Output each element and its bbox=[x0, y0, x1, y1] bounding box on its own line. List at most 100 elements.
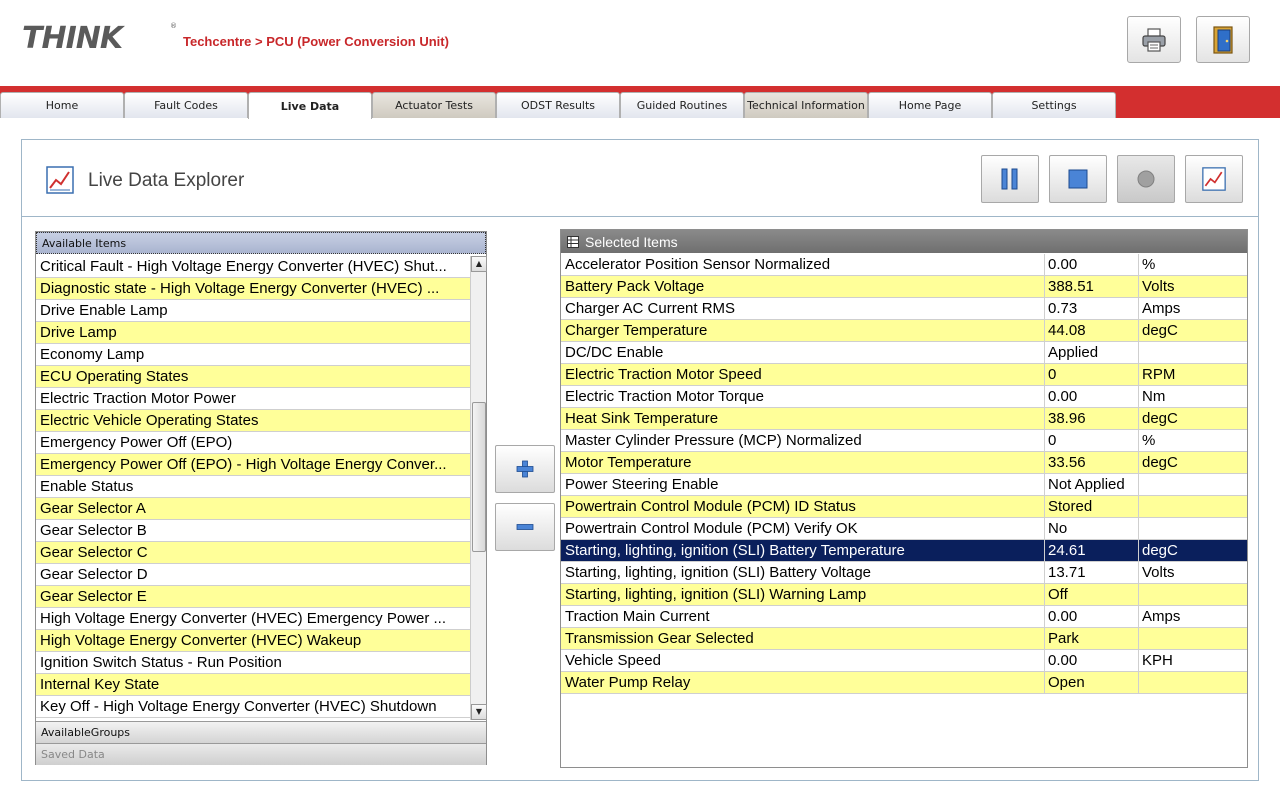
selected-item-value: 0.00 bbox=[1045, 386, 1139, 407]
selected-item-name: Electric Traction Motor Torque bbox=[561, 386, 1045, 407]
selected-item-row[interactable]: Traction Main Current 0.00 Amps bbox=[561, 606, 1247, 628]
scroll-up-button[interactable]: ▲ bbox=[471, 256, 487, 272]
selected-item-value: Not Applied bbox=[1045, 474, 1139, 495]
selected-item-name: Starting, lighting, ignition (SLI) Warni… bbox=[561, 584, 1045, 605]
selected-item-name: Vehicle Speed bbox=[561, 650, 1045, 671]
selected-item-row[interactable]: Motor Temperature 33.56 degC bbox=[561, 452, 1247, 474]
available-item[interactable]: Gear Selector A bbox=[36, 498, 470, 520]
grid-icon bbox=[567, 235, 579, 248]
available-item[interactable]: Key Off - High Voltage Energy Converter … bbox=[36, 696, 470, 718]
available-item[interactable]: Gear Selector E bbox=[36, 586, 470, 608]
available-item[interactable]: Emergency Power Off (EPO) - High Voltage… bbox=[36, 454, 470, 476]
selected-item-row[interactable]: Starting, lighting, ignition (SLI) Warni… bbox=[561, 584, 1247, 606]
available-items-panel: Available Items Critical Fault - High Vo… bbox=[35, 231, 487, 765]
selected-item-name: DC/DC Enable bbox=[561, 342, 1045, 363]
selected-item-value: 0 bbox=[1045, 364, 1139, 385]
tab-settings[interactable]: Settings bbox=[992, 92, 1116, 118]
exit-button[interactable] bbox=[1196, 16, 1250, 63]
graph-button[interactable] bbox=[1185, 155, 1243, 203]
stop-button[interactable] bbox=[1049, 155, 1107, 203]
tab-technical-information[interactable]: Technical Information bbox=[744, 92, 868, 118]
selected-item-row[interactable]: Vehicle Speed 0.00 KPH bbox=[561, 650, 1247, 672]
available-item[interactable]: Internal Key State bbox=[36, 674, 470, 696]
available-item[interactable]: ECU Operating States bbox=[36, 366, 470, 388]
tab-fault-codes[interactable]: Fault Codes bbox=[124, 92, 248, 118]
selected-item-name: Starting, lighting, ignition (SLI) Batte… bbox=[561, 540, 1045, 561]
selected-item-unit: KPH bbox=[1142, 652, 1173, 669]
selected-item-row[interactable]: Power Steering Enable Not Applied bbox=[561, 474, 1247, 496]
tab-guided-routines[interactable]: Guided Routines bbox=[620, 92, 744, 118]
selected-item-row[interactable]: Heat Sink Temperature 38.96 degC bbox=[561, 408, 1247, 430]
selected-item-name: Starting, lighting, ignition (SLI) Batte… bbox=[561, 562, 1045, 583]
tab-actuator-tests[interactable]: Actuator Tests bbox=[372, 92, 496, 118]
available-item[interactable]: Drive Enable Lamp bbox=[36, 300, 470, 322]
selected-items-panel: Selected Items Accelerator Position Sens… bbox=[560, 229, 1248, 768]
selected-item-row[interactable]: Starting, lighting, ignition (SLI) Batte… bbox=[561, 562, 1247, 584]
available-item[interactable]: Gear Selector B bbox=[36, 520, 470, 542]
tab-bar: Home Fault Codes Live Data Actuator Test… bbox=[0, 92, 1116, 119]
selected-item-row[interactable]: Powertrain Control Module (PCM) ID Statu… bbox=[561, 496, 1247, 518]
selected-item-unit bbox=[1139, 342, 1247, 363]
tab-live-data[interactable]: Live Data bbox=[248, 92, 372, 119]
selected-item-name: Traction Main Current bbox=[561, 606, 1045, 627]
selected-item-row[interactable]: Electric Traction Motor Torque 0.00 Nm bbox=[561, 386, 1247, 408]
available-item[interactable]: Electric Traction Motor Power bbox=[36, 388, 470, 410]
selected-item-row[interactable]: Master Cylinder Pressure (MCP) Normalize… bbox=[561, 430, 1247, 452]
selected-item-unit: Volts bbox=[1142, 564, 1175, 581]
available-item[interactable]: Emergency Power Off (EPO) bbox=[36, 432, 470, 454]
available-item[interactable]: Gear Selector C bbox=[36, 542, 470, 564]
available-item[interactable]: High Voltage Energy Converter (HVEC) Eme… bbox=[36, 608, 470, 630]
chart-icon bbox=[1202, 167, 1226, 191]
selected-item-row[interactable]: Charger AC Current RMS 0.73 Amps bbox=[561, 298, 1247, 320]
available-item[interactable]: High Voltage Energy Converter (HVEC) Wak… bbox=[36, 630, 470, 652]
selected-item-unit: Nm bbox=[1142, 388, 1166, 405]
available-items-scrollbar[interactable]: ▲ ▼ bbox=[470, 256, 487, 720]
add-item-button[interactable] bbox=[495, 445, 555, 493]
available-item[interactable]: Economy Lamp bbox=[36, 344, 470, 366]
breadcrumb: Techcentre > PCU (Power Conversion Unit) bbox=[183, 34, 449, 49]
available-item[interactable]: Ignition Switch Status - Run Position bbox=[36, 652, 470, 674]
pause-button[interactable] bbox=[981, 155, 1039, 203]
available-groups-bar[interactable]: AvailableGroups bbox=[36, 721, 486, 743]
svg-text:®: ® bbox=[170, 22, 177, 30]
selected-item-unit: Amps bbox=[1142, 300, 1181, 317]
available-item[interactable]: Gear Selector D bbox=[36, 564, 470, 586]
selected-item-value: Open bbox=[1045, 672, 1139, 693]
tab-odst-results[interactable]: ODST Results bbox=[496, 92, 620, 118]
record-button[interactable] bbox=[1117, 155, 1175, 203]
available-item[interactable]: Electric Vehicle Operating States bbox=[36, 410, 470, 432]
selected-item-value: Applied bbox=[1045, 342, 1139, 363]
selected-item-name: Transmission Gear Selected bbox=[561, 628, 1045, 649]
saved-data-bar[interactable]: Saved Data bbox=[36, 743, 486, 765]
selected-item-row[interactable]: Accelerator Position Sensor Normalized 0.… bbox=[561, 254, 1247, 276]
scroll-down-button[interactable]: ▼ bbox=[471, 704, 487, 720]
plus-icon bbox=[516, 460, 534, 478]
panel-header: Live Data Explorer bbox=[22, 140, 1258, 217]
available-item[interactable]: Diagnostic state - High Voltage Energy C… bbox=[36, 278, 470, 300]
available-items-header[interactable]: Available Items bbox=[36, 232, 486, 254]
available-item[interactable]: Drive Lamp bbox=[36, 322, 470, 344]
selected-item-row[interactable]: Electric Traction Motor Speed 0 RPM bbox=[561, 364, 1247, 386]
selected-item-row[interactable]: Starting, lighting, ignition (SLI) Batte… bbox=[561, 540, 1247, 562]
selected-item-row[interactable]: Transmission Gear Selected Park bbox=[561, 628, 1247, 650]
available-item[interactable]: Critical Fault - High Voltage Energy Con… bbox=[36, 256, 470, 278]
tab-home-page[interactable]: Home Page bbox=[868, 92, 992, 118]
selected-item-name: Powertrain Control Module (PCM) ID Statu… bbox=[561, 496, 1045, 517]
selected-item-row[interactable]: DC/DC Enable Applied bbox=[561, 342, 1247, 364]
selected-item-name: Charger AC Current RMS bbox=[561, 298, 1045, 319]
selected-item-row[interactable]: Battery Pack Voltage 388.51 Volts bbox=[561, 276, 1247, 298]
selected-item-row[interactable]: Charger Temperature 44.08 degC bbox=[561, 320, 1247, 342]
selected-item-row[interactable]: Powertrain Control Module (PCM) Verify O… bbox=[561, 518, 1247, 540]
selected-item-row[interactable]: Water Pump Relay Open bbox=[561, 672, 1247, 694]
print-button[interactable] bbox=[1127, 16, 1181, 63]
tab-home[interactable]: Home bbox=[0, 92, 124, 118]
scroll-thumb[interactable] bbox=[472, 402, 486, 552]
available-item[interactable]: Enable Status bbox=[36, 476, 470, 498]
available-items-list: Critical Fault - High Voltage Energy Con… bbox=[36, 256, 470, 720]
logo-text: THINK bbox=[22, 21, 126, 56]
selected-item-unit: RPM bbox=[1142, 366, 1176, 383]
remove-item-button[interactable] bbox=[495, 503, 555, 551]
selected-item-unit bbox=[1139, 474, 1247, 495]
selected-item-name: Charger Temperature bbox=[561, 320, 1045, 341]
selected-item-unit: Amps bbox=[1142, 608, 1181, 625]
